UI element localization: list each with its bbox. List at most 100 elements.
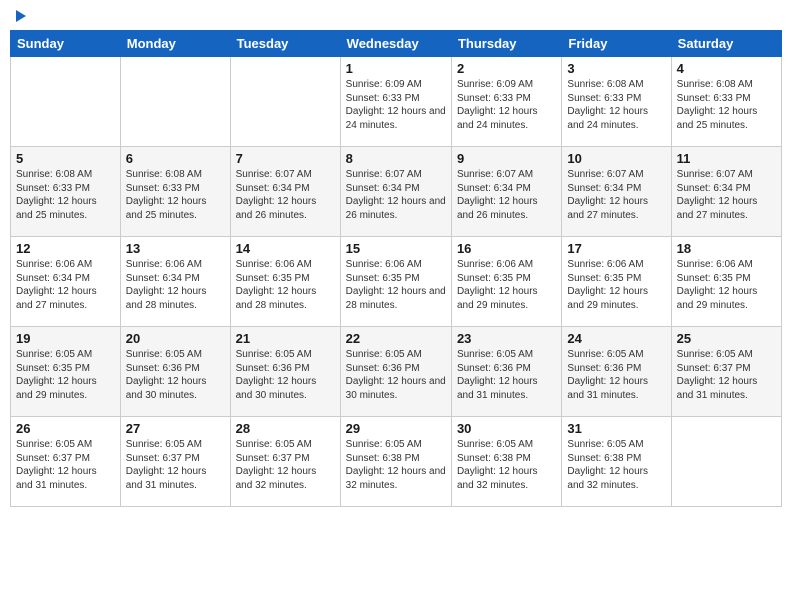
day-info: Sunrise: 6:05 AM Sunset: 6:37 PM Dayligh… xyxy=(677,348,776,402)
day-info: Sunrise: 6:05 AM Sunset: 6:36 PM Dayligh… xyxy=(346,348,446,402)
day-number: 9 xyxy=(457,151,556,166)
day-number: 3 xyxy=(567,61,665,76)
calendar-cell: 27Sunrise: 6:05 AM Sunset: 6:37 PM Dayli… xyxy=(120,417,230,507)
day-number: 29 xyxy=(346,421,446,436)
calendar-cell: 10 Sunrise: 6:07 AM Sunset: 6:34 PM Dayli… xyxy=(562,147,671,237)
day-info: Sunrise: 6:07 AM Sunset: 6:34 PM Dayligh… xyxy=(567,168,665,222)
calendar-cell: 14 Sunrise: 6:06 AM Sunset: 6:35 PM Dayli… xyxy=(230,237,340,327)
day-number: 6 xyxy=(126,151,225,166)
calendar-week-row: 19Sunrise: 6:05 AM Sunset: 6:35 PM Dayli… xyxy=(11,327,782,417)
day-info: Sunrise: 6:05 AM Sunset: 6:36 PM Dayligh… xyxy=(236,348,335,402)
weekday-header-saturday: Saturday xyxy=(671,31,781,57)
calendar-cell: 25 Sunrise: 6:05 AM Sunset: 6:37 PM Dayli… xyxy=(671,327,781,417)
day-info: Sunrise: 6:06 AM Sunset: 6:34 PM Dayligh… xyxy=(126,258,225,312)
day-info: Sunrise: 6:09 AM Sunset: 6:33 PM Dayligh… xyxy=(346,78,446,132)
day-number: 7 xyxy=(236,151,335,166)
day-number: 11 xyxy=(677,151,776,166)
day-info: Sunrise: 6:09 AM Sunset: 6:33 PM Dayligh… xyxy=(457,78,556,132)
day-number: 22 xyxy=(346,331,446,346)
calendar-cell: 24 Sunrise: 6:05 AM Sunset: 6:36 PM Dayli… xyxy=(562,327,671,417)
calendar-cell: 15 Sunrise: 6:06 AM Sunset: 6:35 PM Dayli… xyxy=(340,237,451,327)
day-info: Sunrise: 6:06 AM Sunset: 6:34 PM Dayligh… xyxy=(16,258,115,312)
day-number: 28 xyxy=(236,421,335,436)
day-info: Sunrise: 6:06 AM Sunset: 6:35 PM Dayligh… xyxy=(567,258,665,312)
day-info: Sunrise: 6:07 AM Sunset: 6:34 PM Dayligh… xyxy=(677,168,776,222)
day-number: 12 xyxy=(16,241,115,256)
calendar-cell xyxy=(11,57,121,147)
day-number: 25 xyxy=(677,331,776,346)
day-info: Sunrise: 6:06 AM Sunset: 6:35 PM Dayligh… xyxy=(236,258,335,312)
calendar-cell: 19Sunrise: 6:05 AM Sunset: 6:35 PM Dayli… xyxy=(11,327,121,417)
calendar-cell: 7Sunrise: 6:07 AM Sunset: 6:34 PM Daylig… xyxy=(230,147,340,237)
weekday-header-wednesday: Wednesday xyxy=(340,31,451,57)
calendar-cell: 30 Sunrise: 6:05 AM Sunset: 6:38 PM Dayli… xyxy=(451,417,561,507)
day-number: 5 xyxy=(16,151,115,166)
day-info: Sunrise: 6:05 AM Sunset: 6:36 PM Dayligh… xyxy=(567,348,665,402)
day-number: 30 xyxy=(457,421,556,436)
day-number: 23 xyxy=(457,331,556,346)
calendar-cell xyxy=(120,57,230,147)
day-number: 16 xyxy=(457,241,556,256)
calendar-week-row: 1 Sunrise: 6:09 AM Sunset: 6:33 PM Daylig… xyxy=(11,57,782,147)
day-number: 31 xyxy=(567,421,665,436)
calendar-cell xyxy=(671,417,781,507)
day-number: 8 xyxy=(346,151,446,166)
day-number: 13 xyxy=(126,241,225,256)
day-info: Sunrise: 6:07 AM Sunset: 6:34 PM Dayligh… xyxy=(457,168,556,222)
calendar-cell: 4 Sunrise: 6:08 AM Sunset: 6:33 PM Daylig… xyxy=(671,57,781,147)
calendar-cell: 6 Sunrise: 6:08 AM Sunset: 6:33 PM Daylig… xyxy=(120,147,230,237)
calendar-week-row: 26 Sunrise: 6:05 AM Sunset: 6:37 PM Dayli… xyxy=(11,417,782,507)
calendar-cell: 17 Sunrise: 6:06 AM Sunset: 6:35 PM Dayli… xyxy=(562,237,671,327)
calendar-cell: 23Sunrise: 6:05 AM Sunset: 6:36 PM Dayli… xyxy=(451,327,561,417)
calendar-cell xyxy=(230,57,340,147)
day-number: 21 xyxy=(236,331,335,346)
day-info: Sunrise: 6:07 AM Sunset: 6:34 PM Dayligh… xyxy=(346,168,446,222)
day-number: 24 xyxy=(567,331,665,346)
calendar-cell: 29 Sunrise: 6:05 AM Sunset: 6:38 PM Dayli… xyxy=(340,417,451,507)
day-info: Sunrise: 6:05 AM Sunset: 6:38 PM Dayligh… xyxy=(346,438,446,492)
calendar-cell: 2 Sunrise: 6:09 AM Sunset: 6:33 PM Daylig… xyxy=(451,57,561,147)
weekday-header-sunday: Sunday xyxy=(11,31,121,57)
day-info: Sunrise: 6:08 AM Sunset: 6:33 PM Dayligh… xyxy=(677,78,776,132)
calendar-cell: 9 Sunrise: 6:07 AM Sunset: 6:34 PM Daylig… xyxy=(451,147,561,237)
weekday-header-monday: Monday xyxy=(120,31,230,57)
calendar-cell: 31Sunrise: 6:05 AM Sunset: 6:38 PM Dayli… xyxy=(562,417,671,507)
calendar-cell: 13 Sunrise: 6:06 AM Sunset: 6:34 PM Dayli… xyxy=(120,237,230,327)
day-info: Sunrise: 6:05 AM Sunset: 6:37 PM Dayligh… xyxy=(16,438,115,492)
day-number: 17 xyxy=(567,241,665,256)
day-info: Sunrise: 6:08 AM Sunset: 6:33 PM Dayligh… xyxy=(16,168,115,222)
calendar-week-row: 12 Sunrise: 6:06 AM Sunset: 6:34 PM Dayli… xyxy=(11,237,782,327)
day-number: 26 xyxy=(16,421,115,436)
calendar-cell: 8 Sunrise: 6:07 AM Sunset: 6:34 PM Daylig… xyxy=(340,147,451,237)
day-number: 2 xyxy=(457,61,556,76)
day-info: Sunrise: 6:05 AM Sunset: 6:35 PM Dayligh… xyxy=(16,348,115,402)
calendar-cell: 16Sunrise: 6:06 AM Sunset: 6:35 PM Dayli… xyxy=(451,237,561,327)
calendar-cell: 11 Sunrise: 6:07 AM Sunset: 6:34 PM Dayli… xyxy=(671,147,781,237)
calendar-table: SundayMondayTuesdayWednesdayThursdayFrid… xyxy=(10,30,782,507)
weekday-header-row: SundayMondayTuesdayWednesdayThursdayFrid… xyxy=(11,31,782,57)
day-info: Sunrise: 6:05 AM Sunset: 6:36 PM Dayligh… xyxy=(126,348,225,402)
weekday-header-thursday: Thursday xyxy=(451,31,561,57)
day-info: Sunrise: 6:08 AM Sunset: 6:33 PM Dayligh… xyxy=(567,78,665,132)
day-info: Sunrise: 6:06 AM Sunset: 6:35 PM Dayligh… xyxy=(346,258,446,312)
calendar-cell: 26 Sunrise: 6:05 AM Sunset: 6:37 PM Dayli… xyxy=(11,417,121,507)
day-info: Sunrise: 6:06 AM Sunset: 6:35 PM Dayligh… xyxy=(677,258,776,312)
weekday-header-tuesday: Tuesday xyxy=(230,31,340,57)
weekday-header-friday: Friday xyxy=(562,31,671,57)
calendar-cell: 21 Sunrise: 6:05 AM Sunset: 6:36 PM Dayli… xyxy=(230,327,340,417)
page-header xyxy=(10,10,782,22)
calendar-cell: 12 Sunrise: 6:06 AM Sunset: 6:34 PM Dayli… xyxy=(11,237,121,327)
day-number: 10 xyxy=(567,151,665,166)
day-info: Sunrise: 6:05 AM Sunset: 6:37 PM Dayligh… xyxy=(236,438,335,492)
day-info: Sunrise: 6:08 AM Sunset: 6:33 PM Dayligh… xyxy=(126,168,225,222)
calendar-cell: 3 Sunrise: 6:08 AM Sunset: 6:33 PM Daylig… xyxy=(562,57,671,147)
day-number: 20 xyxy=(126,331,225,346)
day-number: 1 xyxy=(346,61,446,76)
day-info: Sunrise: 6:05 AM Sunset: 6:38 PM Dayligh… xyxy=(457,438,556,492)
calendar-cell: 22 Sunrise: 6:05 AM Sunset: 6:36 PM Dayli… xyxy=(340,327,451,417)
day-number: 14 xyxy=(236,241,335,256)
calendar-week-row: 5 Sunrise: 6:08 AM Sunset: 6:33 PM Daylig… xyxy=(11,147,782,237)
day-number: 18 xyxy=(677,241,776,256)
day-number: 4 xyxy=(677,61,776,76)
day-number: 15 xyxy=(346,241,446,256)
